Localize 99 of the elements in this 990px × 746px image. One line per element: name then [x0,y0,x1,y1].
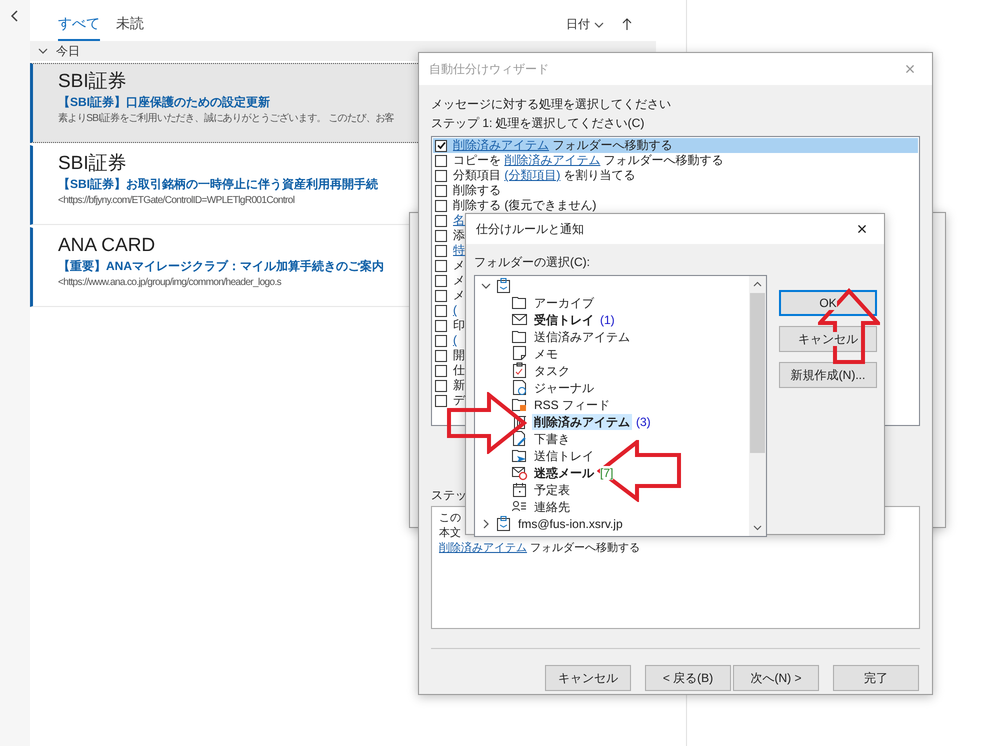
action-label[interactable]: メ [453,288,465,303]
chevron-icon[interactable] [38,46,48,56]
sort-label[interactable]: 日付 [566,16,590,33]
action-label[interactable]: 開 [453,348,465,363]
folder-item[interactable]: 連絡先 [532,498,572,514]
checkbox[interactable] [435,140,447,152]
blocked-envelope-icon [511,464,528,481]
unread-count: [7] [600,466,614,480]
checkbox[interactable] [435,320,447,332]
folder-item[interactable]: RSS フィード [532,396,612,412]
action-label[interactable]: メ [453,273,465,288]
action-label[interactable]: ( [453,333,457,348]
checkbox[interactable] [435,380,447,392]
rss-folder-icon [511,396,528,413]
checkbox[interactable] [435,244,447,256]
mailbox-icon [495,515,512,532]
sender-name: SBI証券 [58,152,127,176]
note-icon [511,345,528,362]
unread-count: (1) [600,312,615,326]
folder-item[interactable]: 削除済みアイテム [532,414,632,430]
action-label[interactable]: 分類項目 (分類項目) を割り当てる [453,168,636,183]
wizard-button[interactable]: キャンセル [545,665,631,691]
clock-document-icon [511,379,528,396]
checkbox[interactable] [435,394,447,406]
pencil-document-icon [511,430,528,447]
dialog-button[interactable]: キャンセル [779,326,877,352]
chevron-left-icon[interactable] [11,10,19,22]
checkbox[interactable] [435,350,447,362]
folder-icon [511,294,528,311]
folder-icon [511,328,528,345]
checkbox[interactable] [435,184,447,196]
folder-item[interactable]: 送信トレイ [532,448,596,464]
checkbox[interactable] [435,334,447,346]
close-button[interactable]: × [850,217,874,241]
action-label[interactable]: メ [453,258,465,273]
action-label[interactable]: 削除する [453,183,501,198]
folder-item[interactable]: 送信済みアイテム [532,328,632,344]
sender-name: SBI証券 [58,70,127,94]
checkbox[interactable] [435,230,447,242]
checkbox[interactable] [435,364,447,376]
mailbox-icon [495,277,512,294]
checkbox[interactable] [435,200,447,212]
scrollbar[interactable] [749,276,766,536]
send-folder-icon [511,447,528,464]
checkbox[interactable] [435,274,447,286]
wizard-button[interactable]: 次へ(N) > [733,665,819,691]
checkbox[interactable] [435,260,447,272]
message-subject: 【重要】ANAマイレージクラブ：マイル加算手続きのご案内 [58,258,384,274]
message-subject: 【SBI証券】お取引銘柄の一時停止に伴う資産利用再開手続 [58,176,378,192]
clipboard-icon [511,362,528,379]
dialog-button[interactable]: OK [779,290,877,316]
calendar-icon [511,481,528,498]
checkbox[interactable] [435,304,447,316]
message-preview: 素よりSBI証券をご利用いただき、誠にありがとうございます。 このたび、お客 [58,112,394,126]
folder-item[interactable]: ジャーナル [532,380,596,396]
folder-item[interactable]: fms@fus-ion.xsrv.jp [516,516,625,532]
message-preview: <https://www.ana.co.jp/group/img/common/header_logo.s [58,276,282,290]
folder-item[interactable]: タスク [532,362,572,378]
dialog-title: 自動仕分けウィザード [429,60,549,78]
checkbox[interactable] [435,170,447,182]
scroll-down-icon[interactable] [753,523,762,532]
folder-item[interactable]: 下書き [532,430,572,446]
action-label[interactable]: 削除する (復元できません) [453,198,596,213]
message-preview: <https://bfjyny.com/ETGate/ControlID=WPLETlgR001Control [58,194,294,208]
chevron-icon[interactable] [594,20,604,30]
folder-item[interactable]: メモ [532,346,560,362]
action-label[interactable]: 名 [453,213,465,228]
folder-select-label: フォルダーの選択(C): [474,254,590,271]
wizard-button[interactable]: 完了 [833,665,919,691]
action-label[interactable]: 新 [453,378,465,393]
action-label[interactable]: 印 [453,318,465,333]
folder-item[interactable]: 受信トレイ [532,312,596,328]
wizard-button[interactable]: < 戻る(B) [645,665,731,691]
description-text: この [439,511,461,526]
unread-count: (3) [636,414,651,428]
checkbox[interactable] [435,214,447,226]
envelope-icon [511,311,528,328]
step-label: ステッ [431,487,467,503]
chevron-icon[interactable] [481,518,491,528]
description-text: 削除済みアイテム フォルダーへ移動する [439,541,640,556]
checkbox[interactable] [435,290,447,302]
scroll-up-icon[interactable] [753,280,762,289]
folder-item[interactable]: 予定表 [532,482,572,498]
up-arrow-icon[interactable] [622,18,632,31]
action-label[interactable]: 仕 [453,363,465,378]
action-label[interactable]: デ [453,393,465,408]
filter-tab[interactable]: 未読 [116,15,144,41]
dialog-button[interactable]: 新規作成(N)... [779,362,877,388]
action-label[interactable]: 特 [453,243,465,258]
trash-icon [511,413,528,430]
checkbox[interactable] [435,154,447,166]
message-subject: 【SBI証券】口座保護のための設定更新 [58,94,270,110]
group-label: 今日 [56,42,80,60]
folder-item[interactable]: 迷惑メール [532,464,596,480]
description-text: 本文 [439,526,461,541]
sender-name: ANA CARD [58,234,156,258]
chevron-icon[interactable] [481,280,491,290]
action-label[interactable]: 添 [453,228,465,243]
step-label: ステップ 1: 処理を選択してください(C) [431,115,644,131]
